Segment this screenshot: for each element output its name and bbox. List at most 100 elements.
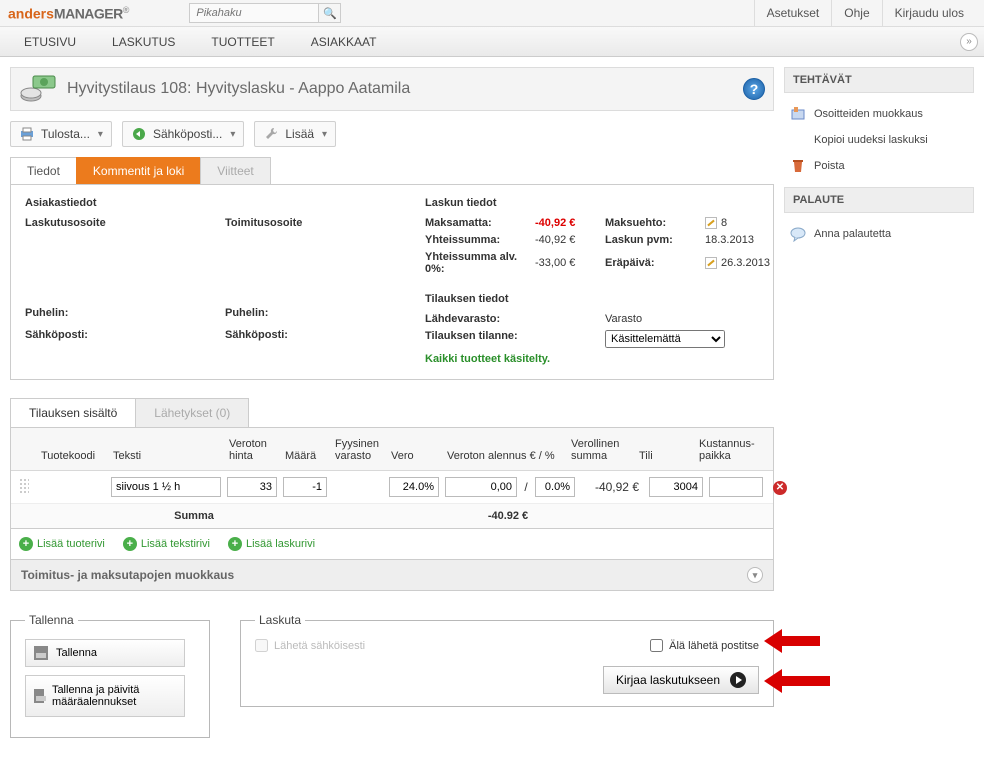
all-handled-text: Kaikki tuotteet käsitelty. — [425, 353, 785, 365]
unpaid-label: Maksamatta: — [425, 217, 535, 229]
help-link[interactable]: Ohje — [831, 0, 881, 26]
tab-info[interactable]: Tiedot — [10, 157, 77, 184]
chevron-down-icon: ▾ — [230, 129, 235, 140]
settings-link[interactable]: Asetukset — [754, 0, 832, 26]
book-invoice-button[interactable]: Kirjaa laskutukseen — [603, 666, 759, 694]
status-select[interactable]: Käsittelemättä — [605, 330, 725, 348]
speech-bubble-icon — [790, 226, 806, 242]
date-value: 18.3.2013 — [705, 234, 785, 246]
col-vat: Vero — [389, 450, 439, 462]
search-input[interactable] — [189, 3, 319, 23]
due-label: Eräpäivä: — [605, 257, 705, 269]
print-button[interactable]: Tulosta... ▾ — [10, 121, 112, 147]
add-invoice-row[interactable]: +Lisää laskurivi — [228, 537, 315, 551]
add-text-row[interactable]: +Lisää tekstirivi — [123, 537, 210, 551]
more-button[interactable]: Lisää ▾ — [254, 121, 336, 147]
terms-value[interactable]: 8 — [705, 217, 785, 229]
email-button[interactable]: Sähköposti... ▾ — [122, 121, 244, 147]
nav-customers[interactable]: ASIAKKAAT — [293, 27, 395, 57]
tab-comments[interactable]: Kommentit ja loki — [76, 157, 201, 184]
nav-products[interactable]: TUOTTEET — [193, 27, 292, 57]
invoice-legend: Laskuta — [255, 613, 305, 627]
task-edit-addresses[interactable]: Osoitteiden muokkaus — [788, 101, 970, 127]
col-acc: Tili — [637, 450, 691, 462]
wrench-icon — [263, 126, 279, 142]
col-disc: Veroton alennus € / % — [445, 450, 563, 462]
address-icon — [790, 106, 806, 122]
line-total: -40,92 € — [581, 480, 643, 494]
sum-value: -40.92 € — [369, 510, 647, 522]
no-post-checkbox[interactable]: Älä lähetä postitse — [650, 639, 759, 652]
plus-icon: + — [123, 537, 137, 551]
subtab-content[interactable]: Tilauksen sisältö — [10, 398, 136, 427]
col-qty: Määrä — [283, 450, 327, 462]
play-icon — [730, 672, 746, 688]
copy-icon — [790, 132, 806, 148]
edit-icon — [705, 217, 717, 229]
save-button[interactable]: Tallenna — [25, 639, 185, 667]
drag-handle-icon[interactable] — [19, 478, 29, 494]
line-text-input[interactable] — [111, 477, 221, 497]
warehouse-value: Varasto — [605, 313, 642, 325]
send-electronic-checkbox: Lähetä sähköisesti — [255, 639, 365, 652]
task-delete[interactable]: Poista — [788, 153, 970, 179]
chevron-down-icon: ▾ — [322, 129, 327, 140]
disk-icon — [34, 689, 44, 703]
phone-label-2: Puhelin: — [225, 307, 390, 319]
annotation-arrow-icon — [764, 629, 820, 653]
line-price-input[interactable] — [227, 477, 277, 497]
col-cost: Kustannus-paikka — [697, 438, 757, 462]
unpaid-value: -40,92 € — [535, 217, 605, 229]
shipping-address-label: Toimitusosoite — [225, 217, 390, 229]
delete-row-icon[interactable]: ✕ — [773, 481, 787, 495]
add-product-row[interactable]: +Lisää tuoterivi — [19, 537, 105, 551]
line-disc-eur-input[interactable] — [445, 477, 517, 497]
date-label: Laskun pvm: — [605, 234, 705, 246]
total0-label: Yhteissumma alv. 0%: — [425, 251, 535, 275]
line-account-input[interactable] — [649, 477, 703, 497]
due-value[interactable]: 26.3.2013 — [705, 257, 785, 269]
page-title: Hyvitystilaus 108: Hyvityslasku - Aappo … — [67, 80, 735, 98]
line-vat-input[interactable] — [389, 477, 439, 497]
line-disc-pct-input[interactable] — [535, 477, 575, 497]
line-qty-input[interactable] — [283, 477, 327, 497]
invoice-heading: Laskun tiedot — [425, 197, 785, 209]
col-text: Teksti — [111, 450, 221, 462]
save-update-button[interactable]: Tallenna ja päivitä määräalennukset — [25, 675, 185, 717]
logo: andersMANAGER® — [8, 5, 129, 22]
chevron-down-icon: ▾ — [98, 129, 103, 140]
total-label: Yhteissumma: — [425, 234, 535, 246]
line-item-row: / -40,92 € ✕ — [11, 471, 773, 504]
feedback-heading: PALAUTE — [784, 187, 974, 213]
billing-address-label: Laskutusosoite — [25, 217, 190, 229]
terms-label: Maksuehto: — [605, 217, 705, 229]
more-label: Lisää — [285, 127, 314, 141]
customer-heading: Asiakastiedot — [25, 197, 395, 209]
collapse-title: Toimitus- ja maksutapojen muokkaus — [21, 568, 234, 582]
col-stock: Fyysinen varasto — [333, 438, 383, 462]
save-legend: Tallenna — [25, 613, 78, 627]
line-costcenter-input[interactable] — [709, 477, 763, 497]
plus-icon: + — [19, 537, 33, 551]
order-heading: Tilauksen tiedot — [425, 293, 785, 305]
nav-more-icon[interactable]: » — [960, 33, 978, 51]
give-feedback[interactable]: Anna palautetta — [788, 221, 970, 247]
edit-icon — [705, 257, 717, 269]
plus-icon: + — [228, 537, 242, 551]
warehouse-label: Lähdevarasto: — [425, 313, 605, 325]
printer-icon — [19, 126, 35, 142]
tab-refs[interactable]: Viitteet — [200, 157, 270, 184]
nav-billing[interactable]: LASKUTUS — [94, 27, 193, 57]
total-value: -40,92 € — [535, 234, 605, 246]
tasks-heading: TEHTÄVÄT — [784, 67, 974, 93]
nav-home[interactable]: ETUSIVU — [6, 27, 94, 57]
logout-link[interactable]: Kirjaudu ulos — [882, 0, 976, 26]
help-icon[interactable]: ? — [743, 78, 765, 100]
disk-icon — [34, 646, 48, 660]
search-button[interactable]: 🔍 — [319, 3, 341, 23]
task-copy-invoice[interactable]: Kopioi uudeksi laskuksi — [788, 127, 970, 153]
chevron-down-icon: ▾ — [747, 567, 763, 583]
email-icon — [131, 126, 147, 142]
subtab-shipments[interactable]: Lähetykset (0) — [135, 398, 249, 427]
delivery-payment-collapse[interactable]: Toimitus- ja maksutapojen muokkaus ▾ — [10, 559, 774, 591]
